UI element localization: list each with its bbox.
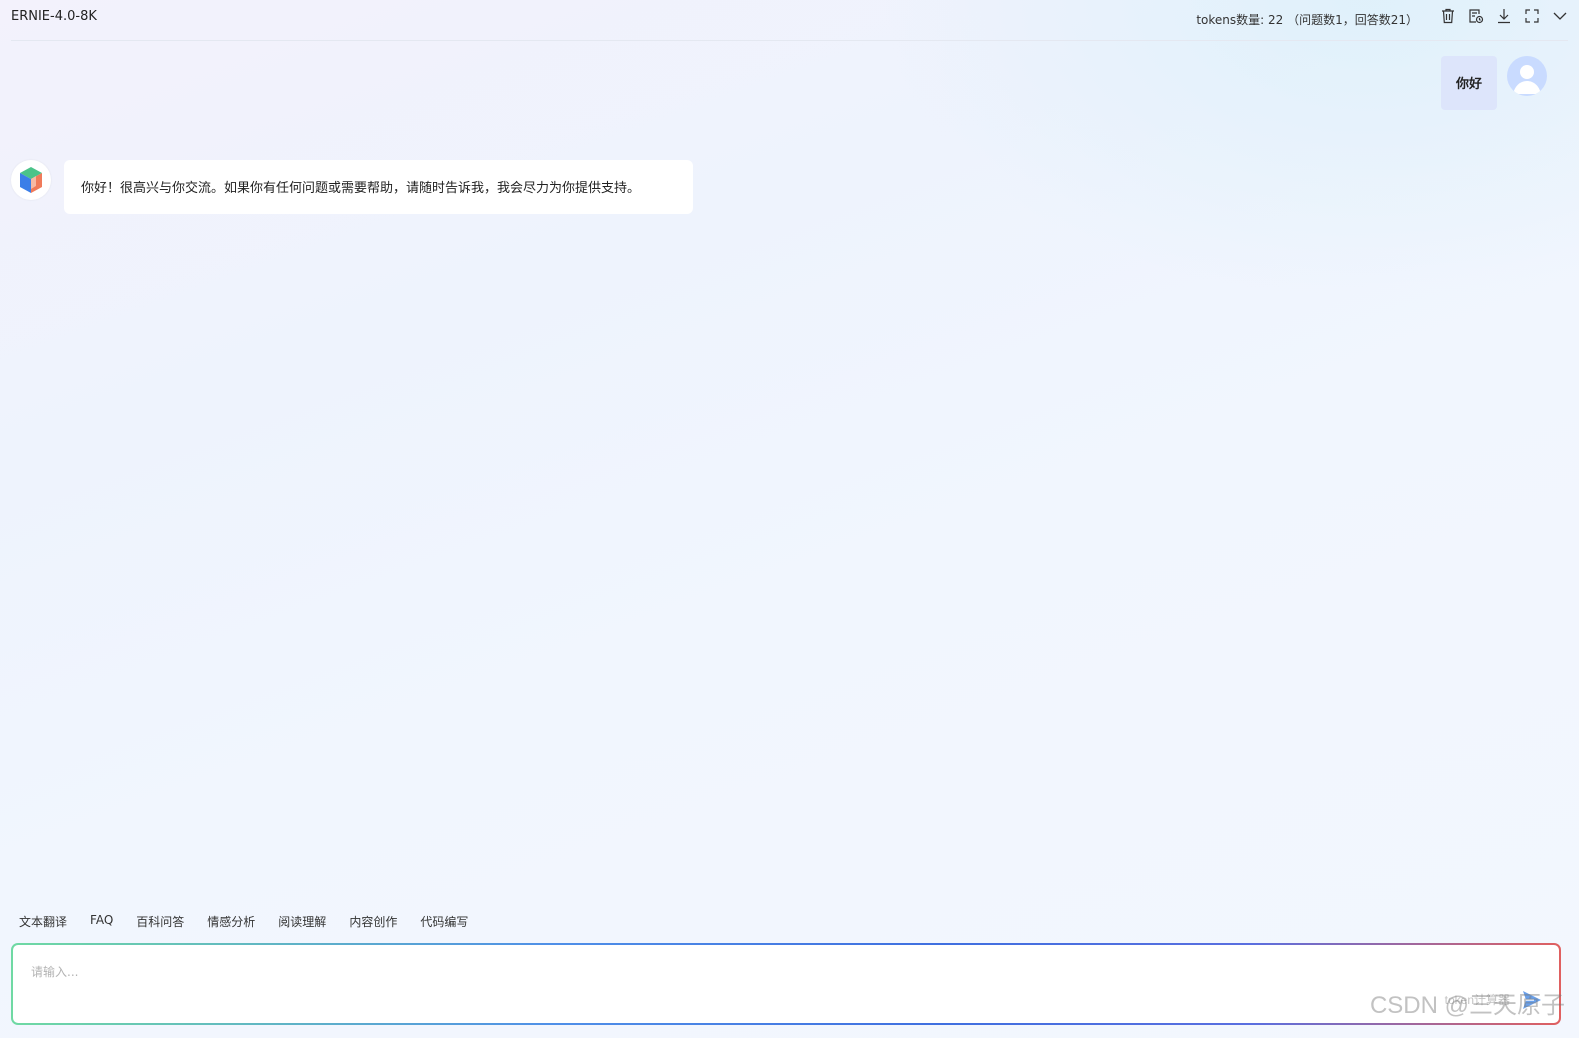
quick-prompt-code[interactable]: 代码编写 xyxy=(420,913,468,930)
assistant-message: 你好！很高兴与你交流。如果你有任何问题或需要帮助，请随时告诉我，我会尽力为你提供… xyxy=(11,160,693,214)
quick-prompt-sentiment[interactable]: 情感分析 xyxy=(207,913,255,930)
header-bar: ERNIE-4.0-8K tokens数量: 22 （问题数1，回答数21） xyxy=(11,0,1568,41)
quick-prompt-content[interactable]: 内容创作 xyxy=(349,913,397,930)
fullscreen-icon[interactable] xyxy=(1524,7,1540,25)
quick-prompt-translate[interactable]: 文本翻译 xyxy=(19,913,67,930)
user-avatar xyxy=(1507,56,1547,96)
quick-prompt-faq[interactable]: FAQ xyxy=(90,913,113,930)
clear-icon[interactable] xyxy=(1440,7,1456,25)
history-icon[interactable] xyxy=(1468,7,1484,25)
cube-logo-icon xyxy=(20,167,42,193)
download-icon[interactable] xyxy=(1496,7,1512,25)
background-glow xyxy=(879,0,1579,300)
header-toolbar xyxy=(1440,7,1568,25)
quick-prompt-reading[interactable]: 阅读理解 xyxy=(278,913,326,930)
assistant-avatar xyxy=(11,160,51,200)
token-count: tokens数量: 22 （问题数1，回答数21） xyxy=(1196,13,1418,27)
user-message-bubble: 你好 xyxy=(1440,56,1497,110)
quick-prompt-encyclopedia[interactable]: 百科问答 xyxy=(136,913,184,930)
model-name: ERNIE-4.0-8K xyxy=(11,9,97,24)
assistant-message-bubble: 你好！很高兴与你交流。如果你有任何问题或需要帮助，请随时告诉我，我会尽力为你提供… xyxy=(64,160,693,214)
chat-input-box xyxy=(13,945,1559,1023)
chat-input-container xyxy=(11,943,1561,1025)
quick-prompt-bar: 文本翻译 FAQ 百科问答 情感分析 阅读理解 内容创作 代码编写 xyxy=(19,913,491,930)
user-message: 你好 xyxy=(1440,56,1547,110)
send-icon[interactable] xyxy=(1521,989,1543,1011)
chevron-down-icon[interactable] xyxy=(1552,7,1568,25)
chat-input[interactable] xyxy=(29,961,1499,1013)
